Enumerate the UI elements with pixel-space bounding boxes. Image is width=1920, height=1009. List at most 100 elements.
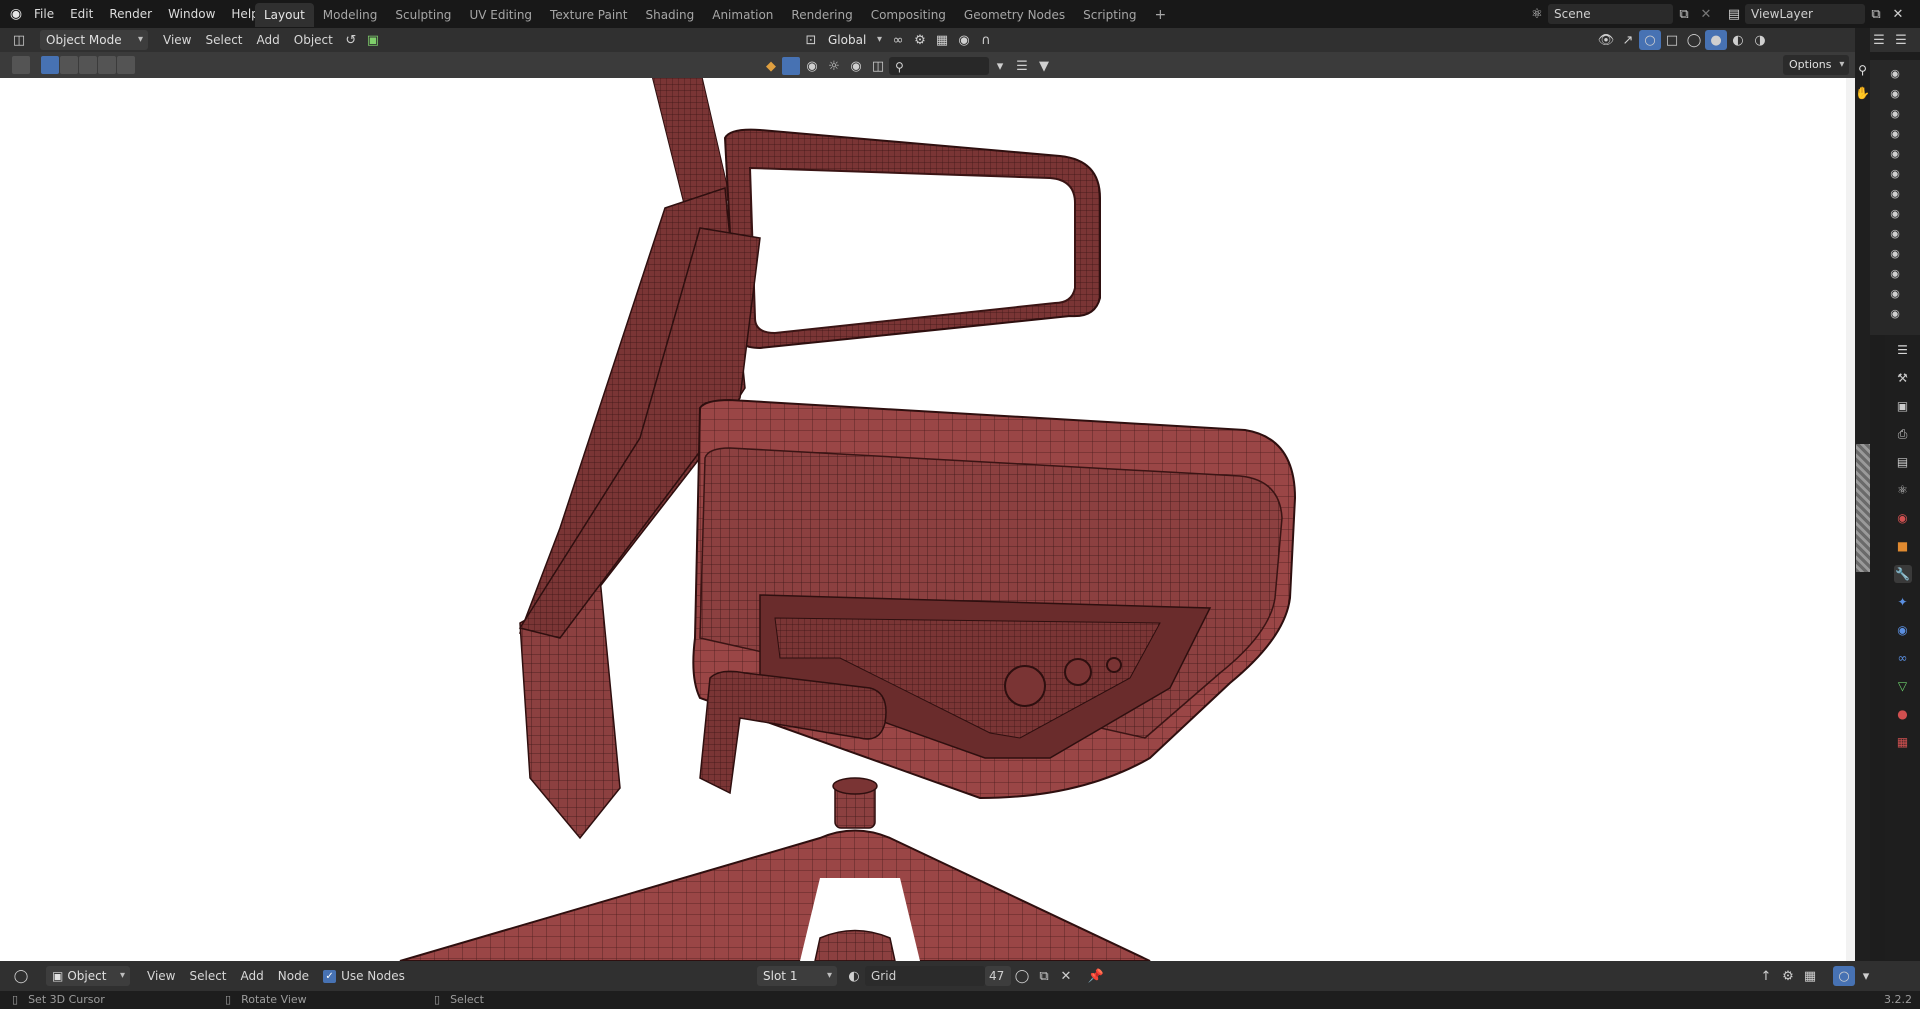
shading-material-icon[interactable]: ◐ — [1727, 30, 1749, 50]
outliner-menu-icon[interactable]: ☰ — [1890, 30, 1912, 50]
snap-target-icon[interactable]: ▦ — [931, 30, 953, 50]
select-new-icon[interactable] — [41, 56, 59, 74]
editor-mode-dropdown[interactable]: ▣ Object — [46, 966, 130, 986]
zoom-icon[interactable]: ⚲ — [1855, 63, 1870, 77]
world-properties-icon[interactable]: ◉ — [1894, 509, 1912, 527]
duplicate-material-icon[interactable]: ⧉ — [1033, 966, 1055, 986]
select-subtract-icon[interactable] — [79, 56, 97, 74]
snap-cursor-icon[interactable]: ▣ — [362, 30, 384, 50]
xray-icon[interactable]: □ — [1661, 30, 1683, 50]
camera-icon[interactable]: ◉ — [1888, 228, 1902, 240]
users-count[interactable]: 47 — [985, 966, 1011, 986]
add-workspace-icon[interactable]: + — [1146, 3, 1176, 27]
menu-select[interactable]: Select — [198, 30, 249, 50]
camera-icon[interactable]: ◉ — [1888, 68, 1902, 80]
tab-modeling[interactable]: Modeling — [314, 3, 387, 27]
tool-properties-icon[interactable]: ⚒ — [1894, 369, 1912, 387]
select-invert-icon[interactable] — [98, 56, 116, 74]
scene-properties-icon[interactable]: ⚛ — [1894, 481, 1912, 499]
options-dropdown[interactable]: Options — [1783, 55, 1850, 75]
menu-edit[interactable]: Edit — [62, 0, 101, 28]
tab-geometry-nodes[interactable]: Geometry Nodes — [955, 3, 1074, 27]
pivot-point-icon[interactable]: ∞ — [887, 30, 909, 50]
material-name-field[interactable]: Grid — [865, 966, 985, 986]
data-properties-icon[interactable]: ▽ — [1894, 677, 1912, 695]
snap-node-icon[interactable]: ⚙ — [1777, 966, 1799, 986]
menu-node[interactable]: Node — [271, 966, 316, 986]
delete-scene-icon[interactable]: ✕ — [1695, 4, 1717, 24]
select-intersect-icon[interactable] — [117, 56, 135, 74]
filter-camera-icon[interactable]: ◉ — [845, 56, 867, 76]
orientation-dropdown[interactable]: Global — [822, 30, 887, 50]
use-nodes-checkbox[interactable]: ✓ Use Nodes — [316, 966, 412, 986]
proportional-edit-icon[interactable]: ◉ — [953, 30, 975, 50]
menu-add[interactable]: Add — [234, 966, 271, 986]
menu-window[interactable]: Window — [160, 0, 223, 28]
shading-rendered-icon[interactable]: ◑ — [1749, 30, 1771, 50]
camera-icon[interactable]: ◉ — [1888, 148, 1902, 160]
camera-icon[interactable]: ◉ — [1888, 168, 1902, 180]
filter-icon[interactable]: ▼ — [1033, 56, 1055, 76]
menu-add[interactable]: Add — [250, 30, 287, 50]
material-properties-icon[interactable]: ● — [1894, 705, 1912, 723]
new-view-layer-icon[interactable]: ⧉ — [1865, 4, 1887, 24]
object-properties-icon[interactable]: ■ — [1894, 537, 1912, 555]
slot-dropdown[interactable]: Slot 1 — [757, 966, 837, 986]
constraints-properties-icon[interactable]: ∞ — [1894, 649, 1912, 667]
view-layer-icon[interactable]: ▤ — [1723, 4, 1745, 24]
falloff-icon[interactable]: ∩ — [975, 30, 997, 50]
chair-model[interactable] — [0, 78, 1855, 961]
shading-solid-icon[interactable]: ● — [1705, 30, 1727, 50]
overlays-icon[interactable]: ○ — [1639, 30, 1661, 50]
shading-wireframe-icon[interactable]: ◯ — [1683, 30, 1705, 50]
physics-properties-icon[interactable]: ◉ — [1894, 621, 1912, 639]
menu-view[interactable]: View — [156, 30, 198, 50]
blender-logo-icon[interactable]: ◉ — [6, 6, 26, 22]
particles-properties-icon[interactable]: ✦ — [1894, 593, 1912, 611]
menu-render[interactable]: Render — [101, 0, 160, 28]
outliner-editor-icon[interactable]: ☰ — [1868, 30, 1890, 50]
node-snap-target-icon[interactable]: ▦ — [1799, 966, 1821, 986]
tab-rendering[interactable]: Rendering — [782, 3, 861, 27]
scene-name-field[interactable]: Scene — [1548, 4, 1673, 24]
gizmo-icon[interactable]: ↗ — [1617, 30, 1639, 50]
scene-icon[interactable]: ⚛ — [1526, 4, 1548, 24]
filter-mesh-icon[interactable]: ◉ — [801, 56, 823, 76]
menu-view[interactable]: View — [140, 966, 182, 986]
output-properties-icon[interactable]: ⎙ — [1894, 425, 1912, 443]
view-layer-properties-icon[interactable]: ▤ — [1894, 453, 1912, 471]
material-browse-icon[interactable]: ◐ — [843, 966, 865, 986]
filter-empty-icon[interactable]: ◫ — [867, 56, 889, 76]
3d-viewport[interactable] — [0, 78, 1855, 961]
mode-dropdown[interactable]: Object Mode — [40, 30, 148, 50]
unlink-material-icon[interactable]: ✕ — [1055, 966, 1077, 986]
fake-user-shield-icon[interactable]: ◯ — [1011, 966, 1033, 986]
tab-sculpting[interactable]: Sculpting — [386, 3, 460, 27]
delete-view-layer-icon[interactable]: ✕ — [1887, 4, 1909, 24]
camera-icon[interactable]: ◉ — [1888, 288, 1902, 300]
menu-select[interactable]: Select — [182, 966, 233, 986]
select-extend-icon[interactable] — [60, 56, 78, 74]
select-tool-icon[interactable] — [12, 56, 30, 74]
node-overlays-icon[interactable]: ○ — [1833, 966, 1855, 986]
snap-icon[interactable]: ⚙ — [909, 30, 931, 50]
camera-icon[interactable]: ◉ — [1888, 268, 1902, 280]
tab-compositing[interactable]: Compositing — [862, 3, 955, 27]
render-properties-icon[interactable]: ▣ — [1894, 397, 1912, 415]
camera-icon[interactable]: ◉ — [1888, 308, 1902, 320]
properties-editor-icon[interactable]: ☰ — [1894, 341, 1912, 359]
new-scene-icon[interactable]: ⧉ — [1673, 4, 1695, 24]
tab-texture-paint[interactable]: Texture Paint — [541, 3, 636, 27]
sort-icon[interactable]: ▾ — [989, 56, 1011, 76]
texture-properties-icon[interactable]: ▦ — [1894, 733, 1912, 751]
menu-object[interactable]: Object — [287, 30, 340, 50]
pan-hand-icon[interactable]: ✋ — [1855, 86, 1870, 100]
parent-node-tree-icon[interactable]: ↑ — [1755, 966, 1777, 986]
list-icon[interactable]: ☰ — [1011, 56, 1033, 76]
orientation-icon[interactable]: ⊡ — [800, 30, 822, 50]
pin-icon[interactable]: 📌 — [1085, 966, 1107, 986]
editor-type-icon[interactable]: ◫ — [8, 30, 30, 50]
filter-light-icon[interactable]: ☼ — [823, 56, 845, 76]
camera-icon[interactable]: ◉ — [1888, 108, 1902, 120]
filter-object-icon[interactable] — [782, 57, 800, 75]
